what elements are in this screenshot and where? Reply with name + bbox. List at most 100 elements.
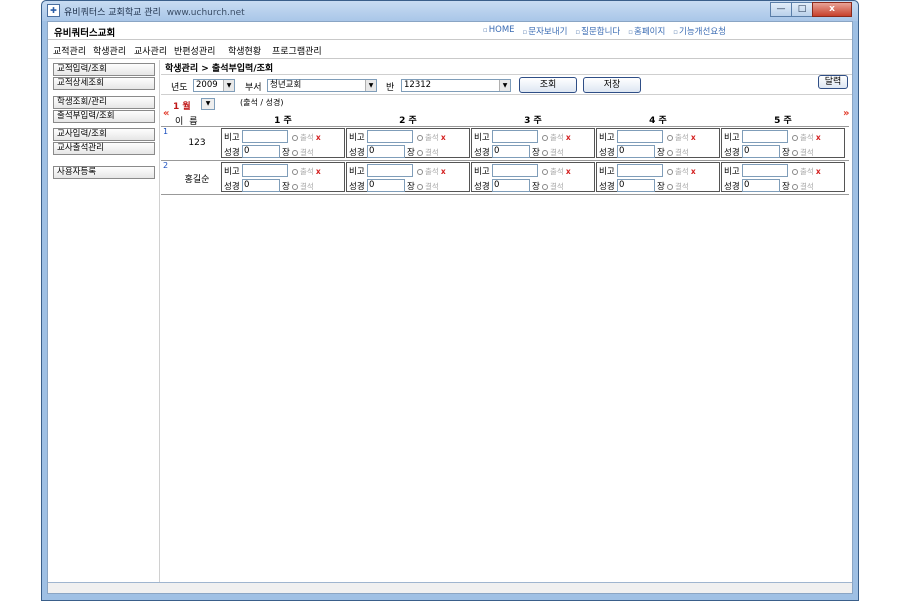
menu-item-member[interactable]: 교적관리 bbox=[53, 44, 86, 57]
row-number: 2 bbox=[163, 161, 169, 170]
week-cell: 비고 출석 x 성경 0 장 결석 bbox=[471, 162, 595, 192]
year-label: 년도 bbox=[171, 83, 188, 93]
note-input[interactable] bbox=[617, 164, 663, 177]
calendar-button[interactable]: 달력 bbox=[818, 75, 848, 89]
note-label: 비고 bbox=[349, 167, 365, 177]
sidebar: 교적입력/조회 교적상세조회 학생조회/관리 출석부입력/조회 교사입력/조회 … bbox=[48, 60, 160, 593]
link-homepage[interactable]: 홈페이지 bbox=[628, 25, 665, 37]
sidebar-item-teacher-attendance[interactable]: 교사출석관리 bbox=[53, 142, 155, 155]
note-input[interactable] bbox=[492, 164, 538, 177]
absent-option[interactable]: 결석 bbox=[542, 147, 564, 158]
window-controls: — □ x bbox=[770, 2, 852, 17]
clear-x-icon[interactable]: x bbox=[566, 167, 571, 176]
sidebar-item-member-detail[interactable]: 교적상세조회 bbox=[53, 77, 155, 90]
title-bar[interactable]: ✚ 유비쿼터스 교회학교 관리 www.uchurch.net — □ x bbox=[42, 1, 858, 21]
note-input[interactable] bbox=[617, 130, 663, 143]
menu-item-student[interactable]: 학생관리 bbox=[93, 44, 126, 57]
week-cell: 비고 출석 x 성경 0 장 결석 bbox=[596, 162, 720, 192]
absent-label: 결석 bbox=[425, 148, 439, 157]
present-option[interactable]: 출석 x bbox=[792, 132, 821, 143]
save-button[interactable]: 저장 bbox=[583, 77, 641, 93]
next-month-arrow-icon[interactable]: » bbox=[843, 108, 849, 119]
note-input[interactable] bbox=[242, 164, 288, 177]
menu-item-teacher[interactable]: 교사관리 bbox=[134, 44, 167, 57]
menu-item-program[interactable]: 프로그램관리 bbox=[272, 44, 322, 57]
radio-icon bbox=[417, 150, 423, 156]
present-option[interactable]: 출석 x bbox=[292, 166, 321, 177]
clear-x-icon[interactable]: x bbox=[691, 167, 696, 176]
bible-input[interactable]: 0 bbox=[492, 179, 530, 192]
bible-input[interactable]: 0 bbox=[242, 179, 280, 192]
sidebar-item-member-entry[interactable]: 교적입력/조회 bbox=[53, 63, 155, 76]
bible-input[interactable]: 0 bbox=[742, 179, 780, 192]
bible-input[interactable]: 0 bbox=[492, 145, 530, 158]
week-cell: 비고 출석 x 성경 0 장 결석 bbox=[346, 128, 470, 158]
bible-input[interactable]: 0 bbox=[742, 145, 780, 158]
clear-x-icon[interactable]: x bbox=[691, 133, 696, 142]
sidebar-item-student-manage[interactable]: 학생조회/관리 bbox=[53, 96, 155, 109]
present-option[interactable]: 출석 x bbox=[417, 132, 446, 143]
clear-x-icon[interactable]: x bbox=[816, 167, 821, 176]
note-input[interactable] bbox=[742, 130, 788, 143]
absent-option[interactable]: 결석 bbox=[417, 147, 439, 158]
present-option[interactable]: 출석 x bbox=[792, 166, 821, 177]
absent-option[interactable]: 결석 bbox=[792, 181, 814, 192]
absent-option[interactable]: 결석 bbox=[792, 147, 814, 158]
chapter-label: 장 bbox=[657, 148, 665, 158]
note-label: 비고 bbox=[474, 167, 490, 177]
search-button[interactable]: 조회 bbox=[519, 77, 577, 93]
sidebar-item-attendance[interactable]: 출석부입력/조회 bbox=[53, 110, 155, 123]
absent-option[interactable]: 결석 bbox=[542, 181, 564, 192]
present-option[interactable]: 출석 x bbox=[292, 132, 321, 143]
prev-month-arrow-icon[interactable]: « bbox=[163, 108, 169, 119]
clear-x-icon[interactable]: x bbox=[441, 133, 446, 142]
absent-label: 결석 bbox=[675, 148, 689, 157]
present-option[interactable]: 출석 x bbox=[417, 166, 446, 177]
note-input[interactable] bbox=[367, 130, 413, 143]
link-send-sms[interactable]: 문자보내기 bbox=[523, 25, 567, 37]
bible-input[interactable]: 0 bbox=[242, 145, 280, 158]
menu-item-class-assign[interactable]: 반편성관리 bbox=[174, 44, 215, 57]
absent-option[interactable]: 결석 bbox=[667, 181, 689, 192]
absent-option[interactable]: 결석 bbox=[292, 181, 314, 192]
menu-item-student-status[interactable]: 학생현황 bbox=[228, 44, 261, 57]
dept-select[interactable]: 청년교회 ▼ bbox=[267, 79, 377, 92]
present-option[interactable]: 출석 x bbox=[667, 166, 696, 177]
maximize-button[interactable]: □ bbox=[791, 2, 813, 17]
note-input[interactable] bbox=[242, 130, 288, 143]
clear-x-icon[interactable]: x bbox=[316, 133, 321, 142]
chevron-down-icon: ▼ bbox=[499, 80, 510, 91]
bible-input[interactable]: 0 bbox=[367, 179, 405, 192]
absent-option[interactable]: 결석 bbox=[417, 181, 439, 192]
clear-x-icon[interactable]: x bbox=[441, 167, 446, 176]
note-input[interactable] bbox=[367, 164, 413, 177]
note-input[interactable] bbox=[742, 164, 788, 177]
clear-x-icon[interactable]: x bbox=[816, 133, 821, 142]
class-select[interactable]: 12312 ▼ bbox=[401, 79, 511, 92]
link-questions[interactable]: 질문합니다 bbox=[575, 25, 620, 37]
bible-input[interactable]: 0 bbox=[617, 179, 655, 192]
present-option[interactable]: 출석 x bbox=[542, 132, 571, 143]
link-feature-request[interactable]: 기능개선요청 bbox=[673, 25, 726, 37]
clear-x-icon[interactable]: x bbox=[316, 167, 321, 176]
bible-input[interactable]: 0 bbox=[367, 145, 405, 158]
present-option[interactable]: 출석 x bbox=[667, 132, 696, 143]
bible-label: 성경 bbox=[724, 182, 740, 192]
sidebar-item-teacher-entry[interactable]: 교사입력/조회 bbox=[53, 128, 155, 141]
note-input[interactable] bbox=[492, 130, 538, 143]
grid-bottom-border bbox=[161, 194, 849, 195]
sidebar-item-user-register[interactable]: 사용자등록 bbox=[53, 166, 155, 179]
absent-option[interactable]: 결석 bbox=[292, 147, 314, 158]
absent-option[interactable]: 결석 bbox=[667, 147, 689, 158]
year-select[interactable]: 2009 ▼ bbox=[193, 79, 235, 92]
chapter-label: 장 bbox=[532, 182, 540, 192]
month-dropdown-icon[interactable]: ▼ bbox=[201, 98, 215, 110]
clear-x-icon[interactable]: x bbox=[566, 133, 571, 142]
chapter-label: 장 bbox=[782, 182, 790, 192]
link-home[interactable]: HOME bbox=[483, 25, 515, 37]
week-header-4: 4 주 bbox=[649, 116, 667, 126]
bible-input[interactable]: 0 bbox=[617, 145, 655, 158]
minimize-button[interactable]: — bbox=[770, 2, 792, 17]
present-option[interactable]: 출석 x bbox=[542, 166, 571, 177]
close-button[interactable]: x bbox=[812, 2, 852, 17]
